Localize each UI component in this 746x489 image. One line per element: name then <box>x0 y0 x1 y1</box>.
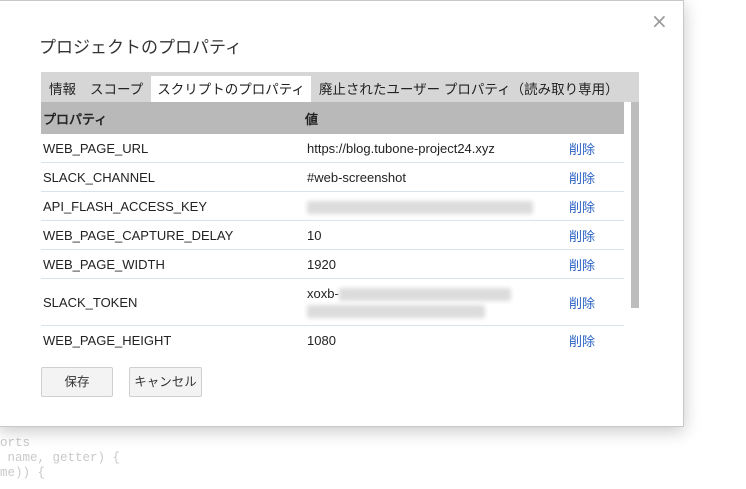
property-value[interactable]: 1920 <box>299 249 565 279</box>
property-name[interactable]: SLACK_CHANNEL <box>41 162 299 192</box>
column-header-property: プロパティ <box>41 102 299 134</box>
delete-link[interactable]: 削除 <box>569 142 595 157</box>
table-row: WEB_PAGE_HEIGHT 1080 削除 <box>41 326 624 353</box>
tab-deprecated-user-properties[interactable]: 廃止されたユーザー プロパティ（読み取り専用） <box>312 76 625 102</box>
table-row: API_FLASH_ACCESS_KEY 削除 <box>41 191 624 221</box>
column-header-value: 値 <box>299 102 565 134</box>
tab-bar: 情報 スコープ スクリプトのプロパティ 廃止されたユーザー プロパティ（読み取り… <box>41 72 639 102</box>
table-row: SLACK_CHANNEL #web-screenshot 削除 <box>41 162 624 192</box>
property-value[interactable]: xoxb- <box>299 278 565 326</box>
delete-link[interactable]: 削除 <box>569 258 595 273</box>
property-value[interactable] <box>299 191 565 221</box>
property-value[interactable]: https://blog.tubone-project24.xyz <box>299 134 565 163</box>
property-name[interactable]: WEB_PAGE_URL <box>41 134 299 163</box>
redacted-value <box>307 305 485 319</box>
cancel-button[interactable]: キャンセル <box>129 367 202 397</box>
column-header-actions <box>565 102 624 134</box>
properties-panel: プロパティ 値 WEB_PAGE_URL https://blog.tubone… <box>41 102 639 352</box>
token-prefix: xoxb- <box>307 286 339 301</box>
project-properties-dialog: × プロジェクトのプロパティ 情報 スコープ スクリプトのプロパティ 廃止された… <box>0 0 684 427</box>
dialog-title: プロジェクトのプロパティ <box>39 38 242 57</box>
table-row: WEB_PAGE_WIDTH 1920 削除 <box>41 249 624 279</box>
property-value[interactable]: #web-screenshot <box>299 162 565 192</box>
property-value[interactable]: 10 <box>299 220 565 250</box>
table-row: SLACK_TOKEN xoxb- 削除 <box>41 278 624 326</box>
property-name[interactable]: SLACK_TOKEN <box>41 278 299 326</box>
delete-link[interactable]: 削除 <box>569 229 595 244</box>
property-name[interactable]: WEB_PAGE_CAPTURE_DELAY <box>41 220 299 250</box>
delete-link[interactable]: 削除 <box>569 171 595 186</box>
property-name[interactable]: API_FLASH_ACCESS_KEY <box>41 191 299 221</box>
table-header-row: プロパティ 値 <box>41 102 624 134</box>
table-row: WEB_PAGE_CAPTURE_DELAY 10 削除 <box>41 220 624 250</box>
background-code: orts name, getter) {me)) { <box>0 436 121 480</box>
properties-table: プロパティ 値 WEB_PAGE_URL https://blog.tubone… <box>41 102 624 352</box>
tab-script-properties[interactable]: スクリプトのプロパティ <box>151 76 311 102</box>
property-value[interactable]: 1080 <box>299 326 565 353</box>
delete-link[interactable]: 削除 <box>569 334 595 349</box>
property-name[interactable]: WEB_PAGE_HEIGHT <box>41 326 299 353</box>
save-button[interactable]: 保存 <box>41 367 113 397</box>
tab-scope[interactable]: スコープ <box>84 76 150 102</box>
redacted-value <box>307 200 533 214</box>
scrollbar[interactable] <box>631 102 639 308</box>
table-row: WEB_PAGE_URL https://blog.tubone-project… <box>41 134 624 163</box>
delete-link[interactable]: 削除 <box>569 200 595 215</box>
delete-link[interactable]: 削除 <box>569 296 595 311</box>
property-name[interactable]: WEB_PAGE_WIDTH <box>41 249 299 279</box>
tab-info[interactable]: 情報 <box>43 76 82 102</box>
redacted-value <box>338 288 511 302</box>
close-icon[interactable]: × <box>651 11 668 31</box>
